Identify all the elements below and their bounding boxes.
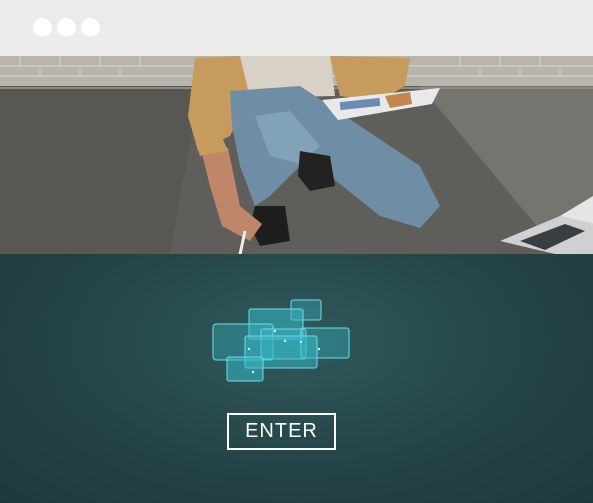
window-control-dot-3[interactable] (81, 18, 100, 37)
hero-photo-illustration (0, 56, 593, 254)
stacked-screens-icon (212, 299, 350, 382)
window-control-dot-1[interactable] (33, 18, 52, 37)
hero-photo (0, 56, 593, 254)
browser-window: ENTER (0, 0, 593, 503)
window-titlebar (0, 0, 593, 56)
window-control-dot-2[interactable] (57, 18, 76, 37)
enter-button[interactable]: ENTER (227, 413, 336, 450)
